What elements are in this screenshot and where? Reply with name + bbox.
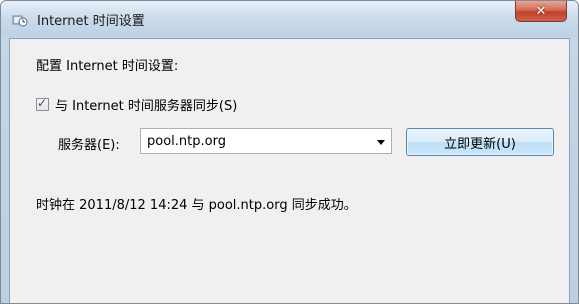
- sync-option[interactable]: ✓ 与 Internet 时间服务器同步(S): [36, 95, 237, 114]
- internet-time-settings-window: Internet 时间设置 ✕ 配置 Internet 时间设置: ✓ 与 In…: [0, 0, 579, 304]
- chevron-down-icon[interactable]: [377, 140, 385, 145]
- window-title: Internet 时间设置: [37, 14, 145, 29]
- check-mark-icon: ✓: [37, 96, 48, 110]
- close-button[interactable]: ✕: [515, 1, 567, 22]
- server-combobox[interactable]: pool.ntp.org: [140, 128, 392, 154]
- configure-heading: 配置 Internet 时间设置:: [36, 59, 179, 74]
- sync-checkbox-label[interactable]: 与 Internet 时间服务器同步(S): [55, 95, 237, 114]
- clock-network-icon: [12, 12, 28, 28]
- title-bar[interactable]: Internet 时间设置 ✕: [1, 1, 578, 37]
- sync-status-text: 时钟在 2011/8/12 14:24 与 pool.ntp.org 同步成功。: [36, 198, 357, 213]
- update-now-button[interactable]: 立即更新(U): [406, 128, 554, 156]
- server-value[interactable]: pool.ntp.org: [147, 134, 226, 149]
- dialog-content: 配置 Internet 时间设置: ✓ 与 Internet 时间服务器同步(S…: [9, 38, 570, 303]
- close-icon: ✕: [535, 3, 547, 19]
- sync-checkbox[interactable]: ✓: [36, 96, 49, 111]
- server-label: 服务器(E):: [58, 138, 120, 153]
